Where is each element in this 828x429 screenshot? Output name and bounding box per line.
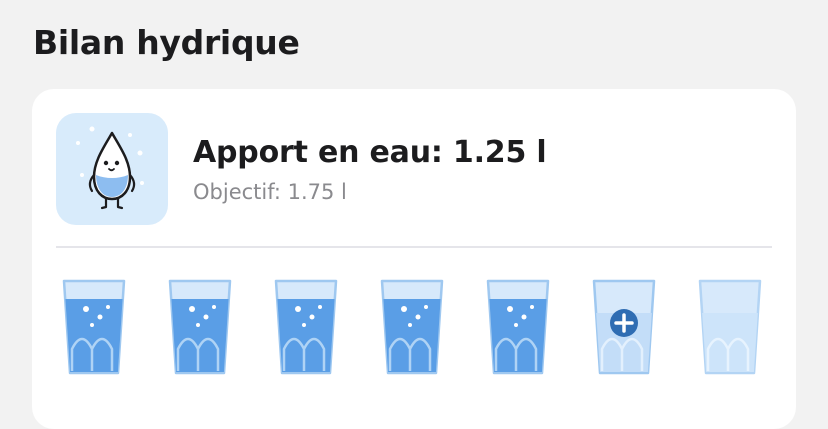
glasses-row [62, 279, 772, 379]
add-glass-icon [592, 279, 656, 375]
water-drop-mascot-icon [76, 126, 144, 210]
section-title: Bilan hydrique [33, 23, 300, 62]
glass-button-1[interactable] [62, 279, 126, 377]
glass-button-3[interactable] [274, 279, 338, 377]
glass-button-4[interactable] [380, 279, 444, 377]
full-glass-icon [274, 279, 338, 375]
glass-button-5[interactable] [486, 279, 550, 377]
empty-glass-icon [698, 279, 762, 375]
empty-glass-button[interactable] [698, 279, 762, 377]
card-header: Apport en eau: 1.25 l Objectif: 1.75 l [32, 89, 796, 247]
glass-button-2[interactable] [168, 279, 232, 377]
card-divider [56, 246, 772, 248]
water-intake-label: Apport en eau: 1.25 l [193, 135, 547, 170]
water-goal-label: Objectif: 1.75 l [193, 180, 347, 204]
full-glass-icon [380, 279, 444, 375]
mascot-tile [56, 113, 168, 225]
full-glass-icon [486, 279, 550, 375]
add-glass-button[interactable] [592, 279, 656, 377]
full-glass-icon [62, 279, 126, 375]
full-glass-icon [168, 279, 232, 375]
hydration-card: Apport en eau: 1.25 l Objectif: 1.75 l [32, 89, 796, 429]
